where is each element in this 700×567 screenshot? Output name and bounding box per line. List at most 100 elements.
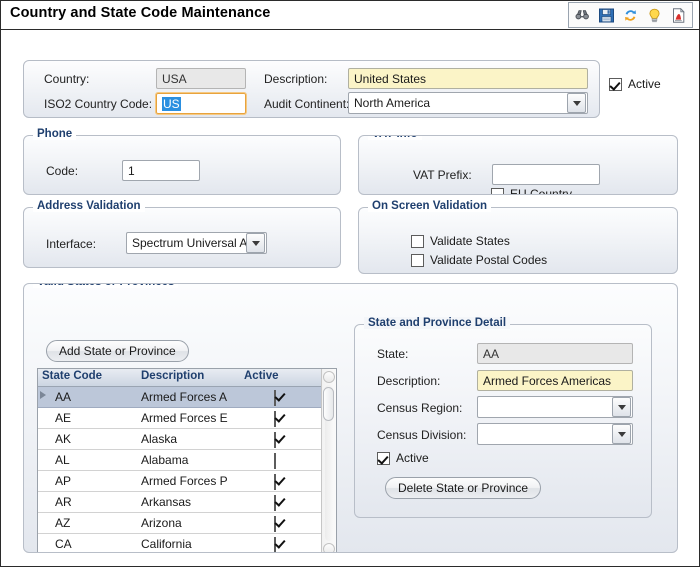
description-label: Description:: [264, 72, 328, 86]
cell-state-code: AZ: [55, 516, 71, 530]
delete-state-or-province-button[interactable]: Delete State or Province: [385, 477, 542, 499]
census-region-combo[interactable]: [477, 396, 633, 418]
checkbox-box: [274, 516, 276, 532]
country-header-card: Country: USA ISO2 Country Code: US Descr…: [23, 60, 600, 118]
table-row[interactable]: AL Alabama: [38, 450, 336, 471]
chevron-down-icon[interactable]: [612, 424, 631, 444]
report-icon[interactable]: [670, 7, 687, 24]
cell-active-checkbox[interactable]: [274, 390, 276, 406]
vat-group: VAT Info VAT Prefix: EU Country: [358, 135, 678, 195]
column-header-description[interactable]: Description: [141, 370, 204, 382]
audit-continent-combo[interactable]: North America: [348, 92, 588, 114]
census-division-combo[interactable]: [477, 423, 633, 445]
address-validation-title: Address Validation: [33, 200, 145, 212]
validate-states-label: Validate States: [430, 234, 510, 248]
audit-continent-value: North America: [354, 96, 431, 110]
cell-state-code: AR: [55, 495, 72, 509]
scroll-thumb[interactable]: [323, 387, 334, 421]
binoculars-icon[interactable]: [574, 7, 591, 24]
grid-body: AA Armed Forces A AE Armed Forces E AK Alaska…: [38, 387, 336, 552]
cell-active-checkbox[interactable]: [274, 453, 276, 469]
checkbox-box: [274, 537, 276, 552]
interface-label: Interface:: [46, 237, 97, 251]
checkbox-box: [274, 495, 276, 511]
checkbox-box: [274, 453, 276, 469]
table-row[interactable]: AZ Arizona: [38, 513, 336, 534]
checkbox-box: [377, 451, 390, 465]
save-icon[interactable]: [598, 7, 615, 24]
table-row[interactable]: AE Armed Forces E: [38, 408, 336, 429]
valid-states-title: Valid States or Provinces: [33, 284, 179, 288]
cell-description: Alabama: [141, 453, 189, 467]
phone-code-field[interactable]: 1: [122, 160, 200, 181]
chevron-down-icon[interactable]: [612, 397, 631, 417]
on-screen-validation-title: On Screen Validation: [368, 200, 492, 212]
column-header-state-code[interactable]: State Code: [42, 370, 102, 382]
iso2-selected-text: US: [162, 97, 181, 111]
state-detail-title: State and Province Detail: [364, 317, 511, 329]
checkbox-box: [274, 411, 276, 427]
table-row[interactable]: CA California: [38, 534, 336, 552]
cell-active-checkbox[interactable]: [274, 432, 276, 448]
table-row[interactable]: AR Arkansas: [38, 492, 336, 513]
checkbox-box: [609, 77, 622, 91]
detail-active-label: Active: [396, 451, 429, 465]
checkbox-box: [274, 390, 276, 406]
grid-vertical-scrollbar[interactable]: [321, 369, 336, 552]
vat-prefix-label: VAT Prefix:: [413, 168, 472, 182]
validate-states-checkbox[interactable]: Validate States: [411, 234, 510, 248]
checkbox-box: [274, 432, 276, 448]
row-indicator-icon: [40, 391, 46, 399]
refresh-icon[interactable]: [622, 7, 639, 24]
cell-description: Armed Forces P: [141, 474, 228, 488]
scroll-down-button[interactable]: [323, 543, 335, 552]
grid-header: State Code Description Active: [38, 369, 336, 387]
detail-active-checkbox[interactable]: Active: [377, 451, 429, 465]
state-province-detail-group: State and Province Detail State: AA Desc…: [354, 317, 652, 518]
cell-active-checkbox[interactable]: [274, 411, 276, 427]
validate-postal-codes-label: Validate Postal Codes: [430, 253, 548, 267]
country-label: Country:: [44, 72, 90, 86]
table-row[interactable]: AK Alaska: [38, 429, 336, 450]
detail-state-field[interactable]: AA: [477, 343, 633, 364]
lightbulb-icon[interactable]: [646, 7, 663, 24]
cell-state-code: AL: [55, 453, 70, 467]
cell-state-code: AE: [55, 411, 72, 425]
chevron-down-icon[interactable]: [567, 93, 586, 113]
census-region-label: Census Region:: [377, 401, 463, 415]
scroll-up-button[interactable]: [323, 371, 335, 383]
cell-active-checkbox[interactable]: [274, 474, 276, 490]
cell-active-checkbox[interactable]: [274, 537, 276, 552]
table-row[interactable]: AP Armed Forces P: [38, 471, 336, 492]
eu-country-checkbox[interactable]: EU Country: [491, 187, 572, 194]
checkbox-box: [411, 253, 424, 267]
cell-state-code: AA: [55, 390, 72, 404]
chevron-down-icon[interactable]: [246, 233, 265, 253]
validate-postal-codes-checkbox[interactable]: Validate Postal Codes: [411, 253, 547, 267]
country-active-checkbox[interactable]: Active: [609, 77, 661, 91]
table-row[interactable]: AA Armed Forces A: [38, 387, 336, 408]
phone-group: Phone Code: 1: [23, 128, 341, 195]
add-state-or-province-button[interactable]: Add State or Province: [46, 340, 189, 362]
page-title: Country and State Code Maintenance: [10, 5, 271, 21]
address-validation-group: Address Validation Interface: Spectrum U…: [23, 200, 341, 268]
cell-state-code: CA: [55, 537, 72, 551]
interface-combo[interactable]: Spectrum Universal Add: [126, 232, 267, 254]
detail-state-label: State:: [377, 347, 409, 361]
detail-description-field[interactable]: Armed Forces Americas: [477, 370, 633, 391]
column-header-active[interactable]: Active: [244, 370, 279, 382]
description-field[interactable]: United States: [348, 68, 588, 89]
detail-description-label: Description:: [377, 374, 441, 388]
cell-active-checkbox[interactable]: [274, 516, 276, 532]
cell-description: Armed Forces E: [141, 411, 228, 425]
country-field[interactable]: USA: [156, 68, 246, 89]
cell-description: Arkansas: [141, 495, 192, 509]
interface-value: Spectrum Universal Add: [132, 236, 246, 250]
cell-state-code: AK: [55, 432, 72, 446]
iso2-field[interactable]: US: [155, 92, 247, 115]
application-window: Country and State Code Maintenance Count…: [0, 0, 700, 567]
cell-active-checkbox[interactable]: [274, 495, 276, 511]
vat-prefix-field[interactable]: [492, 164, 600, 185]
cell-state-code: AP: [55, 474, 72, 488]
phone-group-title: Phone: [33, 128, 77, 140]
